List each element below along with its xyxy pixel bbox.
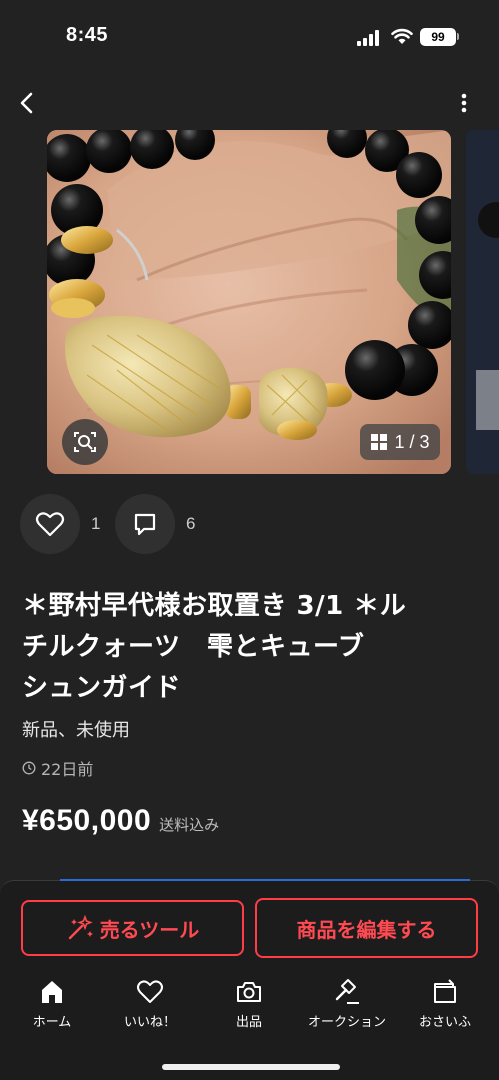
tab-home[interactable]: ホーム [12,978,92,1030]
tab-label: オークション [307,1015,386,1030]
heart-icon [35,512,65,537]
battery-tip [457,33,459,40]
tab-likes[interactable]: いいね！ [110,978,190,1030]
cellular-signal-icon [357,30,379,46]
comment-icon [134,513,156,536]
gavel-icon [335,979,359,1004]
wifi-icon [391,28,413,44]
edit-item-label: 商品を編集する [296,917,437,942]
shipping-note: 送料込み [159,816,220,834]
battery-indicator: 99 [420,28,456,46]
heart-icon [137,980,163,1003]
home-icon [42,981,62,1003]
tab-auction[interactable]: オークション [307,978,387,1030]
item-title: ＊野村早代様お取置き 3/1 ＊ル チルクォーツ 雫とキューブ シュンガイド [22,586,482,709]
tab-listing[interactable]: 出品 [209,978,289,1030]
edit-item-button[interactable]: 商品を編集する [255,898,478,958]
status-bar: 8:45 99 [0,0,499,70]
sell-tool-button[interactable]: 売るツール [21,900,244,956]
comment-button[interactable] [115,494,175,554]
tab-label: いいね！ [123,1015,176,1030]
sheet-divider [60,879,470,881]
sell-tool-label: 売るツール [99,917,200,942]
image-search-icon [74,432,96,452]
posted-time-label: 22日前 [41,760,94,779]
image-counter[interactable]: 1 / 3 [360,424,440,460]
next-image-preview[interactable] [466,130,499,474]
tab-bar: ホーム いいね！ 出品 オークション おさいふ [0,978,499,1038]
comment-count: 6 [186,514,196,533]
camera-icon [237,982,261,1002]
like-count: 1 [91,514,101,533]
image-counter-label: 1 / 3 [394,431,430,452]
item-title-line: シュンガイド [22,673,182,703]
tab-wallet[interactable]: おさいふ [405,978,485,1030]
price: ¥650,000 送料込み [22,804,219,838]
image-search-button[interactable] [62,419,108,465]
back-button[interactable] [14,88,42,118]
clock-icon [22,761,36,775]
posted-time: 22日前 [22,756,93,780]
home-indicator [162,1064,340,1070]
tab-label: 出品 [235,1015,262,1030]
grid-icon [371,434,388,450]
tab-label: ホーム [32,1015,72,1030]
item-title-line: ＊野村早代様お取置き 3/1 ＊ル [22,591,407,621]
like-button[interactable] [20,494,80,554]
item-title-line: チルクォーツ 雫とキューブ [22,632,365,662]
sparkle-wand-icon [68,915,93,940]
tab-label: おさいふ [418,1015,471,1030]
more-options-button[interactable] [452,88,476,118]
status-time: 8:45 [66,24,109,46]
wallet-icon [434,979,456,1003]
item-condition: 新品、未使用 [22,720,130,741]
price-amount: ¥650,000 [22,804,152,837]
